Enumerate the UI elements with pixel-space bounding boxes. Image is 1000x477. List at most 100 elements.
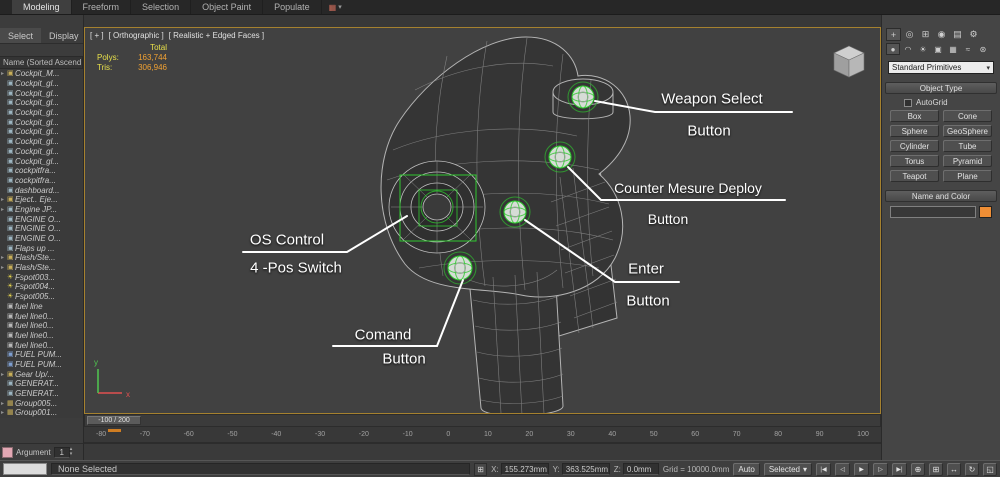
scene-object-row[interactable]: ▣ GENERAT... (0, 389, 83, 399)
maxscript-mini-listener[interactable] (3, 463, 47, 475)
object-type-button[interactable]: Cone (943, 110, 992, 122)
spacewarps-category-icon[interactable]: ≈ (961, 43, 975, 55)
viewcube[interactable] (833, 45, 865, 78)
shapes-category-icon[interactable]: ◠ (901, 43, 915, 55)
argument-spinner[interactable]: 1 ▴ ▾ (53, 446, 73, 458)
scene-object-row[interactable]: ☀ Fspot003... (0, 272, 83, 282)
object-name-input[interactable] (890, 206, 976, 218)
scene-object-row[interactable]: ▣ Cockpit_gl... (0, 88, 83, 98)
scene-object-row[interactable]: ▸ ▣ Flash/Ste... (0, 263, 83, 273)
object-type-button[interactable]: GeoSphere (943, 125, 992, 137)
selected-button-command[interactable] (443, 251, 477, 285)
object-type-button[interactable]: Box (890, 110, 939, 122)
create-tab-icon[interactable]: + (886, 28, 901, 41)
scene-object-row[interactable]: ▸ ▣ Eject.. Eje... (0, 195, 83, 205)
object-type-button[interactable]: Tube (943, 140, 992, 152)
pan-icon[interactable]: ↔ (947, 462, 961, 476)
scene-object-row[interactable]: ▣ Cockpit_gl... (0, 156, 83, 166)
systems-category-icon[interactable]: ⊛ (976, 43, 990, 55)
scene-object-row[interactable]: ☀ Fspot004... (0, 282, 83, 292)
scene-object-row[interactable]: ▣ dashboard... (0, 185, 83, 195)
ribbon-tab-populate[interactable]: Populate (263, 0, 322, 14)
scene-object-row[interactable]: ▸ ▣ Gear Up/... (0, 369, 83, 379)
zoom-icon[interactable]: ⊕ (911, 462, 925, 476)
utilities-tab-icon[interactable]: ⚙ (966, 28, 981, 41)
scene-object-row[interactable]: ▣ Cockpit_gl... (0, 137, 83, 147)
cameras-category-icon[interactable]: ▣ (931, 43, 945, 55)
orbit-icon[interactable]: ↻ (965, 462, 979, 476)
object-type-button[interactable]: Cylinder (890, 140, 939, 152)
scene-object-row[interactable]: ▣ cockpitfra... (0, 176, 83, 186)
scene-object-row[interactable]: ▣ fuel line0... (0, 311, 83, 321)
modify-tab-icon[interactable]: ◎ (902, 28, 917, 41)
ribbon-tab-freeform[interactable]: Freeform (72, 0, 132, 14)
scene-object-row[interactable]: ▣ GENERAT... (0, 379, 83, 389)
scene-object-row[interactable]: ▣ ENGINE O... (0, 234, 83, 244)
time-slider-handle[interactable]: -100 / 200 (87, 416, 141, 425)
track-bar[interactable]: -80 -70 -60 -50 -40 -30 -20 -10 0 10 20 (84, 427, 881, 443)
go-to-start-button[interactable]: |◀ (816, 462, 831, 476)
scene-object-row[interactable]: ▣ cockpitfra... (0, 166, 83, 176)
scene-object-row[interactable]: ▸ ▦ Group005... (0, 398, 83, 408)
viewport[interactable]: [ + ] [ Orthographic ] [ Realistic + Edg… (84, 27, 881, 414)
viewport-menu-shading[interactable]: [ Realistic + Edged Faces ] (169, 31, 264, 40)
scene-object-row[interactable]: ▸ ▣ Engine JP... (0, 205, 83, 215)
explorer-sort-header[interactable]: Name (Sorted Ascend... (0, 56, 83, 69)
scene-object-row[interactable]: ▣ fuel line (0, 302, 83, 312)
scene-object-row[interactable]: ▣ Cockpit_gl... (0, 127, 83, 137)
scene-object-row[interactable]: ▣ Cockpit_gl... (0, 79, 83, 89)
zoom-extents-icon[interactable]: ⊞ (929, 462, 943, 476)
selected-button-countermeasure[interactable] (544, 141, 576, 173)
maxscript-listener-pink[interactable] (2, 446, 13, 458)
object-type-button[interactable]: Teapot (890, 170, 939, 182)
y-coord-field[interactable]: 363.525mm (561, 463, 610, 475)
scene-object-row[interactable]: ▣ fuel line0... (0, 331, 83, 341)
scene-object-row[interactable]: ▸ ▦ Group001... (0, 408, 83, 418)
auto-key-button[interactable]: Auto (733, 462, 760, 476)
selection-lock-icon[interactable]: ⊞ (474, 462, 488, 476)
tab-select[interactable]: Select (0, 28, 42, 43)
argument-value-field[interactable]: 1 (53, 446, 70, 458)
name-color-rollout-header[interactable]: Name and Color (885, 190, 997, 202)
object-type-rollout-header[interactable]: Object Type (885, 82, 997, 94)
scene-object-row[interactable]: ▣ Cockpit_gl... (0, 108, 83, 118)
scene-object-row[interactable]: ▣ FUEL PUM... (0, 350, 83, 360)
play-button[interactable]: ▶ (854, 462, 869, 476)
ribbon-tab-modeling[interactable]: Modeling (12, 0, 72, 14)
motion-tab-icon[interactable]: ◉ (934, 28, 949, 41)
scene-object-row[interactable]: ▣ Cockpit_gl... (0, 98, 83, 108)
key-filters-dropdown[interactable]: Selected ▾ (763, 462, 812, 476)
lights-category-icon[interactable]: ☀ (916, 43, 930, 55)
go-to-end-button[interactable]: ▶| (892, 462, 907, 476)
x-coord-field[interactable]: 155.273mm (500, 463, 549, 475)
maximize-viewport-icon[interactable]: ◱ (983, 462, 997, 476)
ribbon-config-button[interactable]: ▦ ▾ (322, 0, 349, 14)
object-type-button[interactable]: Torus (890, 155, 939, 167)
previous-frame-button[interactable]: ◁ (835, 462, 850, 476)
spinner-arrows[interactable]: ▴ ▾ (70, 447, 73, 457)
scene-object-row[interactable]: ▣ fuel line0... (0, 321, 83, 331)
scene-object-row[interactable]: ▣ ENGINE O... (0, 224, 83, 234)
spinner-down-icon[interactable]: ▾ (70, 452, 73, 457)
z-coord-field[interactable]: 0.0mm (622, 463, 659, 475)
scene-object-row[interactable]: ▣ ENGINE O... (0, 214, 83, 224)
hierarchy-tab-icon[interactable]: ⊞ (918, 28, 933, 41)
ribbon-tab-selection[interactable]: Selection (131, 0, 192, 14)
viewport-canvas[interactable]: x y (85, 28, 880, 413)
primitive-type-dropdown[interactable]: Standard Primitives ▾ (888, 61, 994, 74)
object-type-button[interactable]: Plane (943, 170, 992, 182)
viewport-menu-pov[interactable]: [ Orthographic ] (109, 31, 164, 40)
scene-object-row[interactable]: ▣ fuel line0... (0, 340, 83, 350)
time-slider[interactable]: -100 / 200 (84, 414, 881, 427)
scene-object-row[interactable]: ▣ Flaps up ... (0, 243, 83, 253)
scene-object-row[interactable]: ▣ FUEL PUM... (0, 360, 83, 370)
scene-object-row[interactable]: ▣ Cockpit_gl... (0, 117, 83, 127)
scene-object-row[interactable]: ▸ ▣ Cockpit_M... (0, 69, 83, 79)
scene-object-row[interactable]: ▣ Cockpit_gl... (0, 147, 83, 157)
autogrid-checkbox[interactable] (904, 98, 912, 107)
geometry-category-icon[interactable]: ● (886, 43, 900, 55)
scene-object-row[interactable]: ☀ Fspot005... (0, 292, 83, 302)
tab-display[interactable]: Display (41, 28, 87, 43)
helpers-category-icon[interactable]: ▦ (946, 43, 960, 55)
display-tab-icon[interactable]: ▤ (950, 28, 965, 41)
